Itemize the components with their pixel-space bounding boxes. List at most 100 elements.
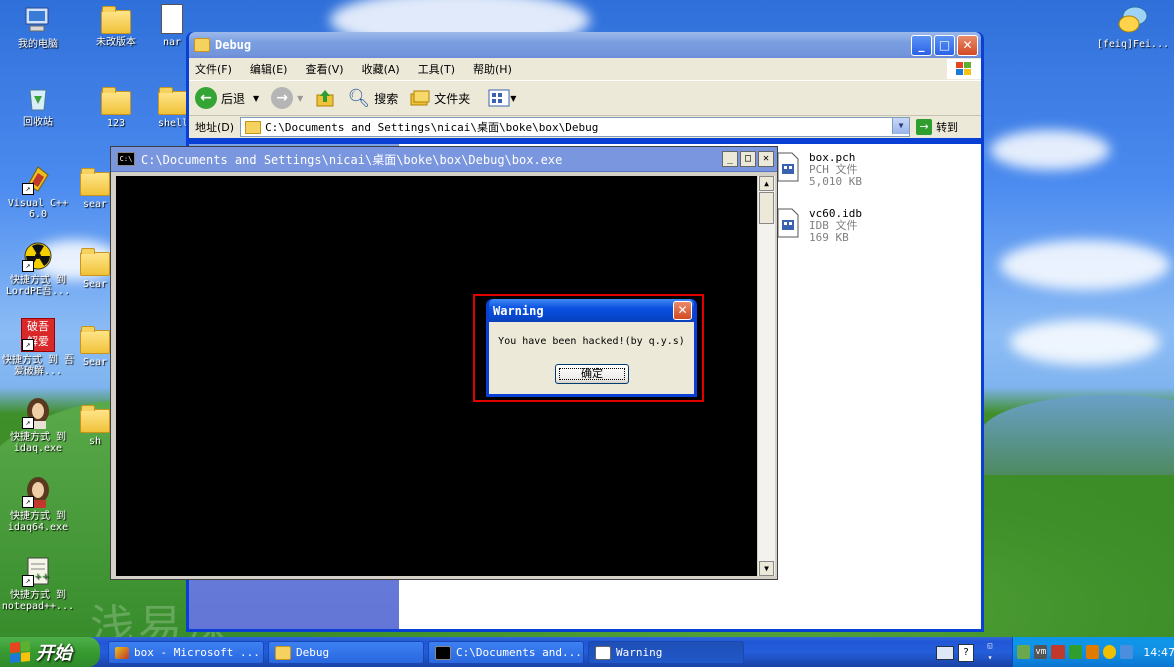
dialog-close-button[interactable]: ✕ (673, 301, 692, 320)
dialog-body: You have been hacked!(by q.y.s) 确定 (489, 322, 694, 394)
back-button[interactable]: ← 后退 ▼ (195, 87, 259, 109)
console-maximize-button[interactable]: □ (740, 151, 756, 167)
menu-favorites[interactable]: 收藏(A) (362, 61, 400, 77)
folders-label: 文件夹 (434, 91, 471, 106)
ok-button[interactable]: 确定 (555, 364, 629, 384)
task-warning[interactable]: Warning (588, 641, 744, 664)
menu-edit[interactable]: 编辑(E) (250, 61, 288, 77)
desktop-icon-label: 未改版本 (96, 37, 136, 48)
desktop-icon-unmodified-version[interactable]: 未改版本 (78, 4, 154, 48)
recycle-bin-icon (22, 82, 54, 114)
desktop-icon-recycle-bin[interactable]: 回收站 (0, 82, 76, 128)
warning-dialog[interactable]: Warning ✕ You have been hacked!(by q.y.s… (486, 299, 697, 397)
chat-icon[interactable] (1102, 645, 1117, 659)
windows-logo-icon (947, 59, 981, 79)
maximize-button[interactable]: □ (934, 34, 955, 56)
ida64-portrait-icon: ↗ (22, 476, 54, 508)
views-button[interactable]: ▼ (488, 89, 516, 107)
scroll-up-button[interactable]: ▲ (759, 176, 774, 191)
keyboard-icon[interactable] (936, 646, 954, 660)
desktop-icon-label: 回收站 (23, 117, 53, 128)
folders-button[interactable]: 文件夹 (410, 89, 470, 107)
desktop-icon-shell[interactable]: shell (158, 85, 186, 129)
console-app-icon: C:\ (117, 152, 135, 166)
menu-file[interactable]: 文件(F) (195, 61, 232, 77)
shortcut-arrow-icon: ↗ (22, 575, 34, 587)
desktop-icon-label: 快捷方式 到 idaq.exe (9, 432, 67, 454)
folder-icon (101, 87, 131, 115)
task-box-msvc[interactable]: box - Microsoft ... (108, 641, 264, 664)
folder-icon (275, 645, 291, 660)
desktop-icon-label: 快捷方式 到 idaq64.exe (7, 511, 69, 533)
vmware-icon[interactable]: vm (1034, 645, 1048, 659)
minimize-button[interactable]: _ (911, 34, 932, 56)
desktop-icon-idaq64[interactable]: ↗ 快捷方式 到 idaq64.exe (0, 476, 76, 533)
up-folder-button[interactable] (315, 88, 335, 108)
desktop-icon-sear-2[interactable]: Sear (78, 246, 112, 290)
system-tray: vm 14:47 (1012, 637, 1174, 667)
task-label: C:\Documents and... (456, 646, 582, 659)
shortcut-arrow-icon: ↗ (22, 496, 34, 508)
folder-icon (158, 87, 186, 115)
desktop-icon-sh[interactable]: sh (78, 403, 112, 447)
desktop-icon-52pojie[interactable]: 破吾 解爱 ↗ 快捷方式 到 吾爱破解... (0, 318, 76, 377)
volume-icon[interactable] (1120, 645, 1134, 659)
language-toggle-icon[interactable]: ◱ ▾ (980, 640, 1000, 664)
help-icon[interactable]: ? (958, 644, 974, 662)
explorer-title: Debug (215, 38, 252, 52)
search-icon: 🔍︎ (347, 87, 371, 109)
generic-file-icon (777, 208, 799, 238)
clock[interactable]: 14:47 (1143, 646, 1174, 659)
windows-flag-icon (10, 640, 30, 664)
console-close-button[interactable]: ✕ (758, 151, 774, 167)
console-titlebar[interactable]: C:\ C:\Documents and Settings\nicai\桌面\b… (111, 147, 777, 172)
cloud (1000, 240, 1170, 290)
update-icon[interactable] (1068, 645, 1082, 659)
desktop-icon-notepadpp[interactable]: ++ ↗ 快捷方式 到 notepad++... (0, 555, 76, 612)
task-label: Debug (296, 646, 330, 659)
visual-cpp-icon: ↗ (22, 163, 54, 195)
dialog-titlebar[interactable]: Warning ✕ (489, 299, 694, 322)
desktop-icon-nar[interactable]: nar (158, 4, 186, 48)
address-input[interactable]: C:\Documents and Settings\nicai\桌面\boke\… (240, 117, 911, 137)
scroll-thumb[interactable] (759, 192, 774, 224)
menu-view[interactable]: 查看(V) (305, 61, 343, 77)
scroll-down-button[interactable]: ▼ (759, 561, 774, 576)
address-dropdown-button[interactable]: ▼ (892, 118, 910, 134)
console-minimize-button[interactable]: _ (722, 151, 738, 167)
desktop-icon-sear-3[interactable]: Sear (78, 324, 112, 368)
start-button[interactable]: 开始 (0, 637, 100, 667)
desktop-icon-idaq[interactable]: ↗ 快捷方式 到 idaq.exe (0, 397, 76, 454)
security-icon[interactable] (1051, 645, 1065, 659)
file-item-vc60-idb[interactable]: vc60.idb IDB 文件 169 KB (777, 208, 897, 254)
office-icon[interactable] (1085, 645, 1099, 659)
folder-icon (194, 38, 210, 52)
menu-help[interactable]: 帮助(H) (473, 61, 512, 77)
desktop-icon-lordpe[interactable]: ↗ 快捷方式 到 LordPE吾... (0, 240, 76, 297)
radiation-icon: ↗ (22, 240, 54, 272)
forward-button[interactable]: → ▼ (271, 87, 303, 109)
close-button[interactable]: ✕ (957, 34, 978, 56)
console-scrollbar[interactable]: ▲ ▼ (757, 176, 775, 576)
search-button[interactable]: 🔍︎ 搜索 (347, 88, 398, 109)
explorer-titlebar[interactable]: Debug _ □ ✕ (189, 32, 981, 58)
pojie-app-icon: 破吾 解爱 ↗ (21, 318, 55, 352)
address-value: C:\Documents and Settings\nicai\桌面\boke\… (265, 121, 599, 134)
desktop-icon-sear[interactable]: sear (78, 166, 112, 210)
desktop-icon-123[interactable]: 123 (78, 85, 154, 129)
desktop-icon-label: Sear (82, 357, 108, 368)
task-console[interactable]: C:\Documents and... (428, 641, 584, 664)
desktop-icon-label: 快捷方式 到 notepad++... (1, 590, 75, 612)
desktop-icon-feiq[interactable]: [feiq]Fei... (1092, 4, 1174, 50)
file-item-box-pch[interactable]: box.pch PCH 文件 5,010 KB (777, 152, 897, 198)
network-icon[interactable] (1017, 645, 1031, 659)
desktop-icon-my-computer[interactable]: 我的电脑 (0, 4, 76, 50)
desktop-icon-visual-cpp[interactable]: ↗ Visual C++ 6.0 (0, 163, 76, 220)
file-size: 169 KB (809, 231, 849, 244)
go-button[interactable]: → 转到 (916, 119, 958, 135)
console-title: C:\Documents and Settings\nicai\桌面\boke\… (141, 152, 563, 167)
menu-tools[interactable]: 工具(T) (418, 61, 455, 77)
desktop-icon-label: sear (82, 199, 108, 210)
generic-file-icon (777, 152, 799, 182)
task-debug[interactable]: Debug (268, 641, 424, 664)
